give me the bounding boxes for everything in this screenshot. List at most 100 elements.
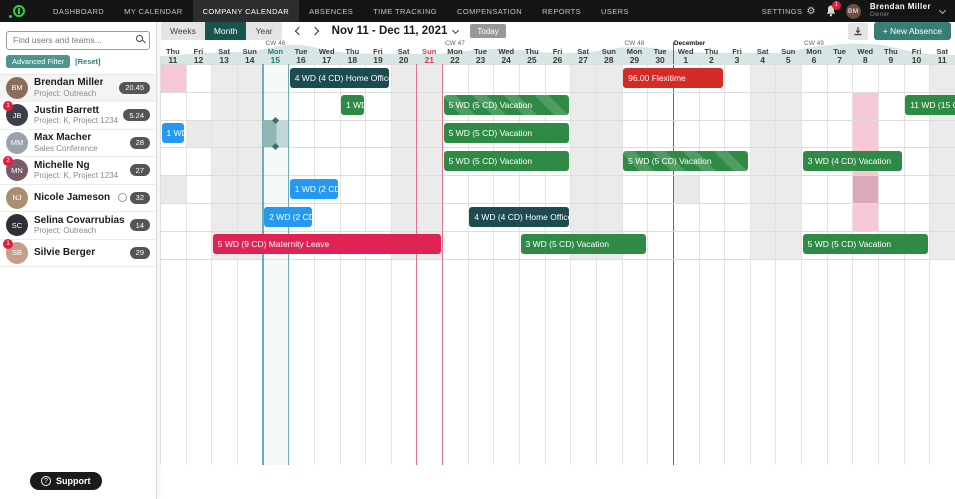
today-button[interactable]: Today [470,24,505,38]
view-toggle-month[interactable]: Month [205,22,247,40]
search-input[interactable] [6,31,150,50]
user-row[interactable]: JB1Justin BarrettProject: K, Project 123… [0,102,156,130]
user-count-badge: 29 [130,247,150,259]
user-name: Max Macher [34,132,98,144]
advanced-filter-button[interactable]: Advanced Filter [6,55,70,68]
drag-selection-box[interactable] [263,120,289,148]
day-header-thu-9[interactable]: Thu9 [878,40,904,64]
day-header-mon-6[interactable]: CW 49Mon6 [801,40,827,64]
nav-item-users[interactable]: USERS [591,0,639,22]
chevron-down-icon[interactable] [939,6,946,13]
nav-item-compensation[interactable]: COMPENSATION [447,0,532,22]
view-toggle-year[interactable]: Year [246,22,281,40]
day-header-tue-16[interactable]: Tue16 [288,40,314,64]
day-header-wed-24[interactable]: Wed24 [493,40,519,64]
day-header-mon-22[interactable]: CW 47Mon22 [442,40,468,64]
day-header-sun-21[interactable]: Sun21 [416,40,442,64]
day-header-sun-14[interactable]: Sun14 [237,40,263,64]
avatar-wrap: JB1 [6,104,28,126]
nav-item-my-calendar[interactable]: MY CALENDAR [114,0,192,22]
absence-bar-vacation[interactable]: 5 WD (5 CD) Vacation [444,151,569,171]
nav-item-dashboard[interactable]: DASHBOARD [43,0,114,22]
absence-bar-other[interactable]: 2 WD (2 CD) [264,207,312,227]
day-gridline [160,64,161,465]
absence-bar-vacation[interactable]: 5 WD (5 CD) Vacation [444,95,569,115]
next-arrow-icon[interactable] [310,27,318,35]
nav-item-company-calendar[interactable]: COMPANY CALENDAR [193,0,300,22]
user-row[interactable]: MMMax MacherSales Conference28 [0,130,156,158]
settings-button[interactable]: SETTINGS ⚙ [762,6,816,17]
nav-item-time-tracking[interactable]: TIME TRACKING [363,0,447,22]
day-header-tue-30[interactable]: Tue30 [647,40,673,64]
day-header-mon-29[interactable]: CW 48Mon29 [622,40,648,64]
day-header-mon-15[interactable]: CW 46Mon15 [263,40,289,64]
reset-filter-link[interactable]: [Reset] [75,57,100,66]
user-menu[interactable]: Brendan Miller Owner [870,3,931,18]
user-subtitle: Sales Conference [34,144,98,153]
user-row[interactable]: SCSelina CovarrubiasProject: Outreach14 [0,212,156,240]
prev-arrow-icon[interactable] [294,27,302,35]
day-header-thu-18[interactable]: Thu18 [340,40,366,64]
weekend-column [416,64,442,259]
absence-bar-flexitime[interactable]: 96.00 Flexitime [623,68,723,88]
nav-item-absences[interactable]: ABSENCES [299,0,363,22]
day-header-fri-26[interactable]: Fri26 [545,40,571,64]
row-separator [160,259,955,260]
absence-bar-other[interactable]: 1 WD ( [162,123,185,143]
notification-badge: 1 [832,1,841,10]
download-button[interactable] [848,23,868,40]
absence-bar-homeoffice[interactable]: 4 WD (4 CD) Home Office [469,207,569,227]
circle-status-icon[interactable] [118,193,127,202]
day-gridline [724,64,725,465]
absence-bar-vacation[interactable]: 3 WD (4 CD) Vacation [803,151,903,171]
notifications-button[interactable]: 1 [825,4,837,18]
user-row[interactable]: NJNicole Jameson32 [0,185,156,213]
day-header-thu-11[interactable]: Thu11 [160,40,186,64]
day-header-wed-17[interactable]: Wed17 [314,40,340,64]
day-header-wed-1[interactable]: DecemberWed1 [673,40,699,64]
row-separator [160,64,955,65]
day-header-sat-11[interactable]: Sat11 [929,40,955,64]
row-separator [160,92,955,93]
app-logo-icon[interactable] [9,0,25,22]
absence-bar-vacation[interactable]: 1 WD ( [341,95,364,115]
user-right: 20.45 [119,82,150,94]
day-header-fri-12[interactable]: Fri12 [186,40,212,64]
search-icon [136,35,143,42]
day-header-fri-3[interactable]: Fri3 [724,40,750,64]
day-header-sun-28[interactable]: Sun28 [596,40,622,64]
avatar[interactable]: BM [846,4,861,19]
app-window: DASHBOARDMY CALENDARCOMPANY CALENDARABSE… [0,0,955,499]
absence-bar-vacation[interactable]: 5 WD (5 CD) Vacation [803,234,928,254]
new-absence-button[interactable]: + New Absence [874,22,951,40]
today-column-line [442,64,444,465]
day-header-sun-5[interactable]: Sun5 [775,40,801,64]
day-header-sat-27[interactable]: Sat27 [570,40,596,64]
absence-bar-vacation[interactable]: 5 WD (5 CD) Vacation [444,123,569,143]
day-header-tue-23[interactable]: Tue23 [468,40,494,64]
absence-bar-maternity[interactable]: 5 WD (9 CD) Maternity Leave [213,234,441,254]
view-toggle-weeks[interactable]: Weeks [161,22,205,40]
user-row[interactable]: SB1Silvie Berger29 [0,240,156,268]
user-count-badge: 20.45 [119,82,150,94]
absence-bar-vacation[interactable]: 3 WD (5 CD) Vacation [521,234,646,254]
day-header-tue-7[interactable]: Tue7 [827,40,853,64]
day-header-thu-25[interactable]: Thu25 [519,40,545,64]
day-header-wed-8[interactable]: Wed8 [852,40,878,64]
day-header-sat-20[interactable]: Sat20 [391,40,417,64]
user-row[interactable]: MN2Michelle NgProject: K, Project 123427 [0,157,156,185]
day-header-fri-10[interactable]: Fri10 [904,40,930,64]
nav-item-reports[interactable]: REPORTS [532,0,591,22]
day-header-sat-4[interactable]: Sat4 [750,40,776,64]
user-row[interactable]: BMBrendan MillerProject: Outreach20.45 [0,75,156,103]
absence-bar-other[interactable]: 1 WD (2 CD) [290,179,338,199]
support-button[interactable]: ? Support [30,472,102,490]
date-range-selector[interactable]: Nov 11 - Dec 11, 2021 [332,25,459,37]
day-header-thu-2[interactable]: Thu2 [699,40,725,64]
absence-bar-vacation[interactable]: 11 WD (15 C [905,95,955,115]
user-name: Nicole Jameson [34,192,110,204]
absence-bar-vacation[interactable]: 5 WD (5 CD) Vacation [623,151,748,171]
day-header-sat-13[interactable]: Sat13 [211,40,237,64]
absence-bar-homeoffice[interactable]: 4 WD (4 CD) Home Office [290,68,390,88]
day-header-fri-19[interactable]: Fri19 [365,40,391,64]
